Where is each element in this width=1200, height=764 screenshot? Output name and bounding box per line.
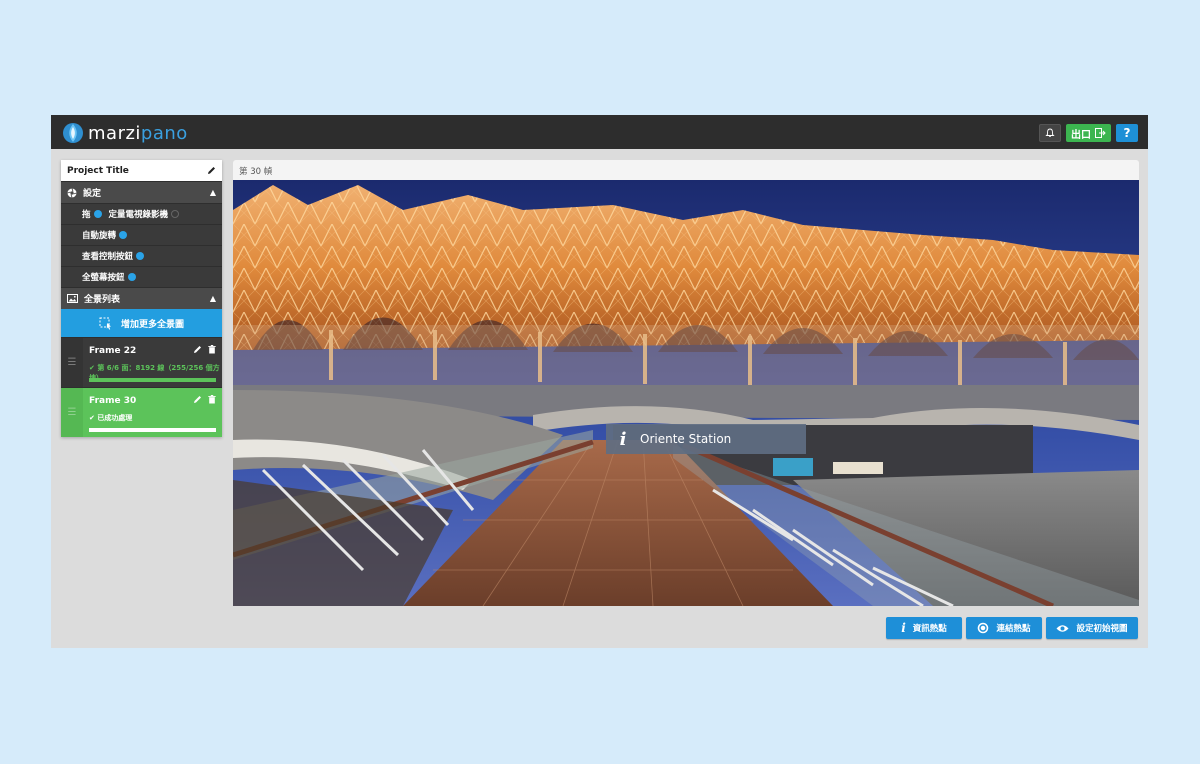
sidebar: Project Title 設定 ▲ 拖 定量電視錄影機 自動旋轉 查看控制按鈕… [61,160,222,437]
logo: marzipano [62,122,188,144]
toggle-fullscreen[interactable] [127,273,136,281]
logo-icon [63,123,83,143]
bell-icon [1045,128,1055,137]
app-window: marzipano 出口 ? Project Title 設定 ▲ 拖 定量電視… [51,115,1148,648]
set-initial-view-label: 設定初始視圖 [1076,624,1128,634]
add-link-hotspot-button[interactable]: 連結熱點 [966,617,1042,639]
logo-text: marzipano [88,123,188,144]
pano-actions [193,345,216,354]
pano-list-item[interactable]: ☰ Frame 22 ✔ 第 6/6 面：8192 線（255/256 個方塊） [61,337,222,387]
setting-fullscreen-label: 全螢幕按鈕 [82,273,125,283]
toggle-camera[interactable] [171,210,180,218]
progress-fill [89,428,216,432]
toggle-drag[interactable] [93,210,102,218]
link-circle-icon [978,622,989,634]
setting-autorotate-label: 自動旋轉 [82,231,117,241]
progress-bar [89,428,216,432]
aperture-icon [67,187,77,198]
logout-icon [1095,128,1106,138]
exit-label: 出口 [1071,129,1091,141]
toggle-controls[interactable] [136,252,145,260]
pano-actions [193,395,216,404]
pencil-icon[interactable] [207,166,216,175]
info-icon: i [619,428,627,450]
progress-fill [89,378,216,382]
set-initial-view-button[interactable]: 設定初始視圖 [1046,617,1138,639]
info-hotspot-label: 資訊熱點 [912,624,947,634]
add-info-hotspot-button[interactable]: i 資訊熱點 [886,617,962,639]
info-hotspot[interactable]: i Oriente Station [606,424,806,454]
pencil-icon[interactable] [193,345,202,354]
panorama-image[interactable] [233,180,1139,606]
logo-text-marzi: marzi [88,122,141,144]
setting-controls-row[interactable]: 查看控制按鈕 [61,245,222,266]
progress-bar [89,378,216,382]
add-panorama-label: 增加更多全景圖 [120,319,184,330]
pano-name: Frame 30 [89,396,137,406]
setting-controls-label: 查看控制按鈕 [82,252,134,262]
info-icon: i [901,621,906,635]
project-title: Project Title [67,165,129,176]
collapse-up-icon[interactable]: ▲ [210,294,216,303]
notifications-button[interactable] [1039,124,1061,142]
drag-handle-icon[interactable]: ☰ [61,338,83,387]
setting-drag-row[interactable]: 拖 定量電視錄影機 [61,203,222,224]
setting-camera-label: 定量電視錄影機 [108,210,169,220]
settings-section-header[interactable]: 設定 ▲ [61,181,222,203]
pano-status: ✔ 已成功處理 [89,414,133,422]
toggle-autorotate[interactable] [119,231,128,239]
collapse-up-icon[interactable]: ▲ [210,188,216,197]
pencil-icon[interactable] [193,395,202,404]
setting-fullscreen-row[interactable]: 全螢幕按鈕 [61,266,222,287]
image-icon [67,294,78,303]
add-panorama-button[interactable]: 增加更多全景圖 [61,309,222,337]
pano-list-item-selected[interactable]: ☰ Frame 30 ✔ 已成功處理 [61,387,222,437]
project-title-bar[interactable]: Project Title [61,160,222,181]
eye-icon [1056,624,1069,632]
frame-title: 第 30 幀 [233,160,1139,180]
trash-icon[interactable] [208,345,216,354]
add-image-icon [99,317,111,330]
setting-drag-label: 拖 [82,210,91,220]
setting-autorotate-row[interactable]: 自動旋轉 [61,224,222,245]
page-background: marzipano 出口 ? Project Title 設定 ▲ 拖 定量電視… [0,0,1200,764]
hotspot-title: Oriente Station [640,432,732,446]
pano-name: Frame 22 [89,346,137,356]
top-bar: marzipano 出口 ? [51,115,1148,149]
help-button[interactable]: ? [1116,124,1138,142]
drag-handle-icon[interactable]: ☰ [61,388,83,437]
pano-status-text: 已成功處理 [97,414,133,422]
exit-button[interactable]: 出口 [1066,124,1111,142]
settings-label: 設定 [83,189,102,199]
pano-list-label: 全景列表 [84,295,121,305]
panorama-viewer[interactable]: i Oriente Station [233,180,1139,606]
pano-list-section-header[interactable]: 全景列表 ▲ [61,287,222,309]
logo-text-pano: pano [140,122,188,144]
link-hotspot-label: 連結熱點 [996,624,1031,634]
trash-icon[interactable] [208,395,216,404]
